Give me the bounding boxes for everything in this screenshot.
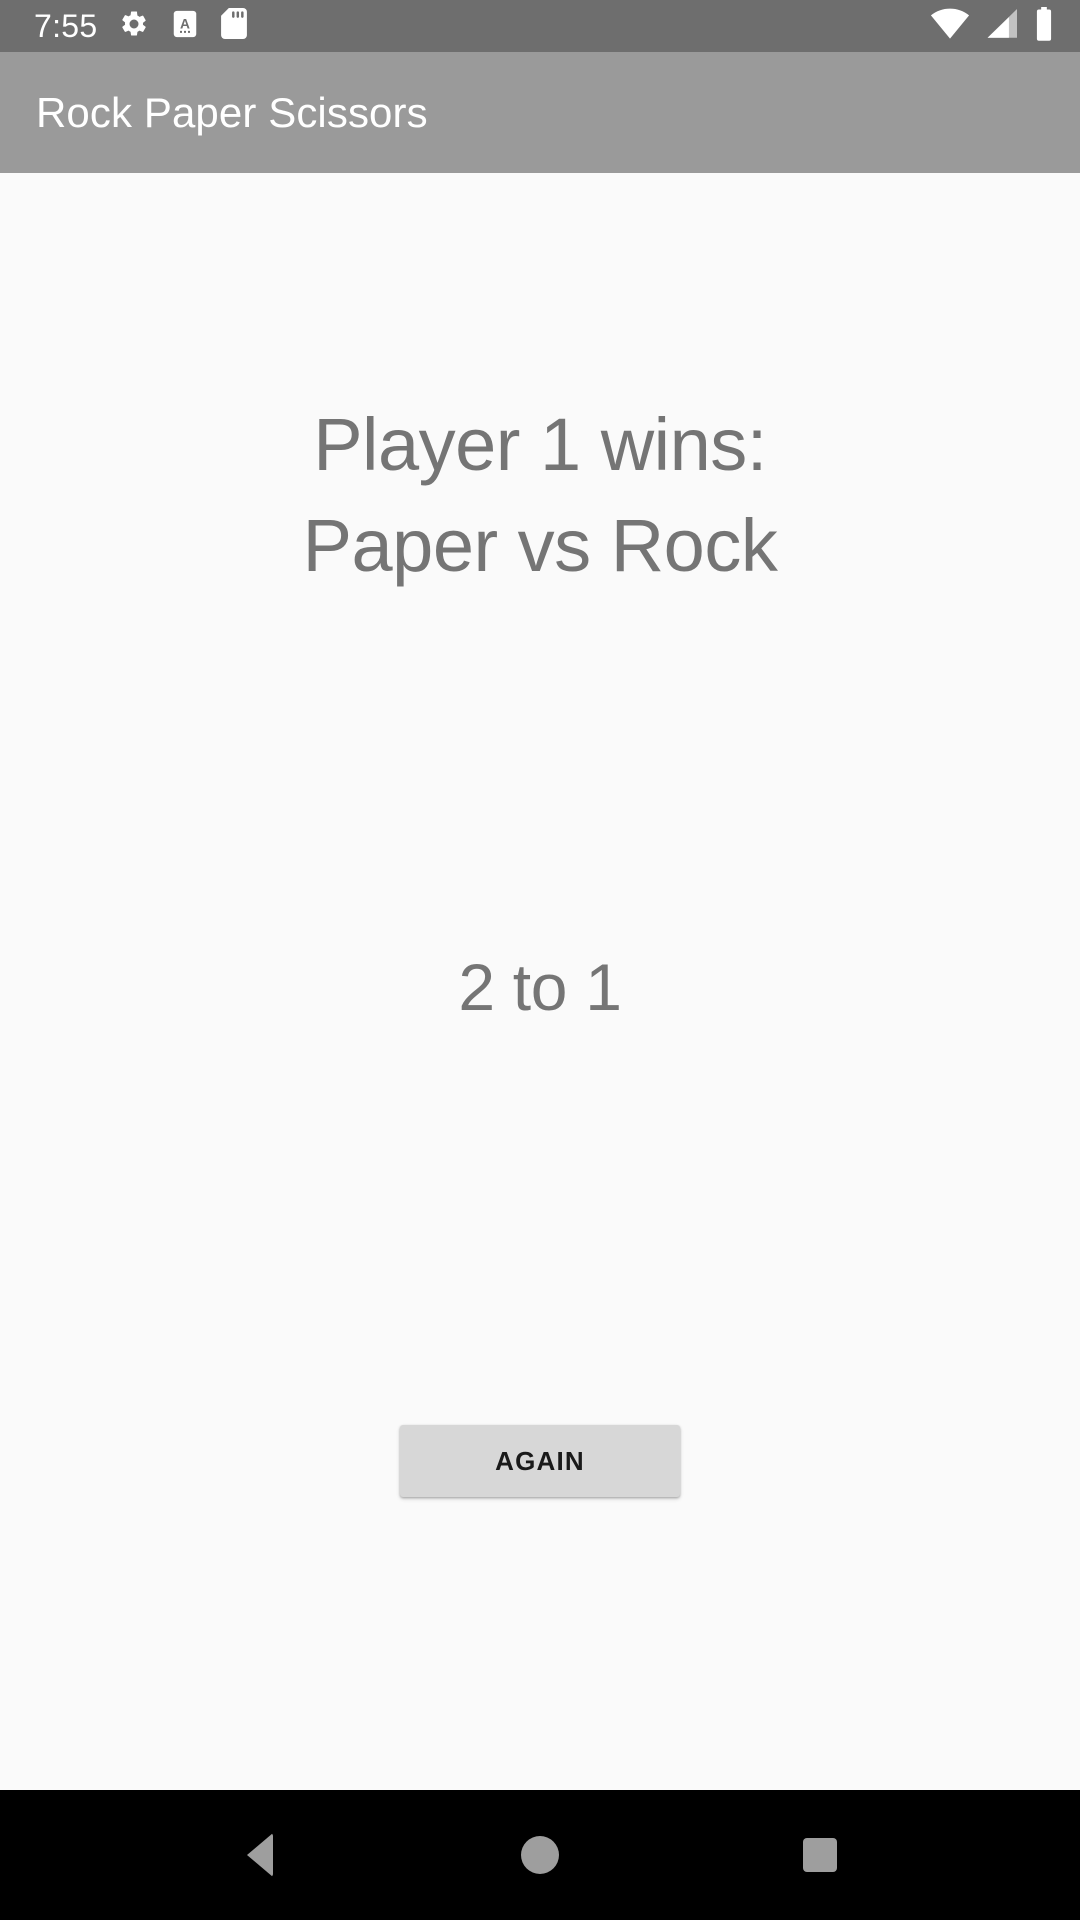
recents-square-icon bbox=[803, 1838, 837, 1872]
back-triangle-icon bbox=[247, 1833, 273, 1877]
again-button[interactable]: AGAIN bbox=[400, 1425, 680, 1497]
battery-icon bbox=[1034, 6, 1054, 46]
app-bar: Rock Paper Scissors bbox=[0, 52, 1080, 173]
sd-card-icon bbox=[221, 8, 248, 44]
home-button[interactable] bbox=[480, 1790, 600, 1920]
gear-icon bbox=[119, 9, 149, 44]
status-bar-left-group: 7:55 A bbox=[34, 8, 248, 44]
app-title: Rock Paper Scissors bbox=[36, 88, 428, 136]
game-result-text: Player 1 wins: Paper vs Rock bbox=[302, 403, 778, 587]
main-content: Player 1 wins: Paper vs Rock 2 to 1 AGAI… bbox=[0, 173, 1080, 1790]
app-root: 7:55 A Rock Paper Scissors Player 1 wins… bbox=[0, 0, 1080, 1920]
android-navigation-bar bbox=[0, 1790, 1080, 1920]
wifi-icon bbox=[930, 8, 970, 45]
back-button[interactable] bbox=[200, 1790, 320, 1920]
status-bar-right-group bbox=[930, 6, 1054, 46]
status-bar: 7:55 A bbox=[0, 0, 1080, 52]
document-a-icon: A bbox=[171, 9, 199, 44]
svg-text:A: A bbox=[181, 16, 191, 31]
cellular-signal-icon bbox=[984, 8, 1020, 45]
status-bar-clock: 7:55 bbox=[34, 8, 98, 44]
home-circle-icon bbox=[521, 1836, 559, 1874]
score-text: 2 to 1 bbox=[458, 950, 622, 1024]
recents-button[interactable] bbox=[760, 1790, 880, 1920]
